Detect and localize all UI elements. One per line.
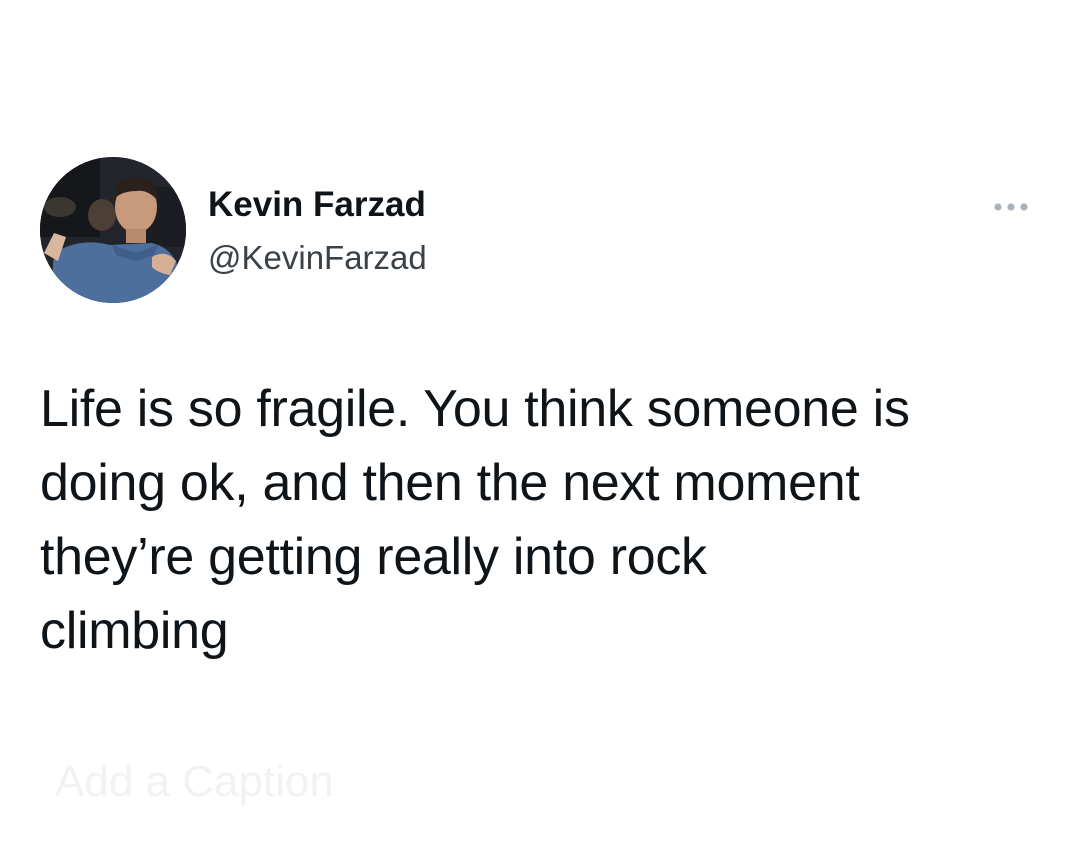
- avatar[interactable]: [40, 157, 186, 303]
- tweet-card: Kevin Farzad @KevinFarzad Life is so fra…: [0, 0, 1075, 855]
- tweet-text-line: doing ok, and then the next moment: [40, 454, 860, 512]
- tweet-text-line: climbing: [40, 602, 229, 660]
- faded-caption-watermark: Add a Caption: [55, 757, 334, 806]
- author-handle[interactable]: @KevinFarzad: [208, 236, 427, 280]
- more-options-button[interactable]: [983, 190, 1039, 224]
- tweet-text-line: they’re getting really into rock: [40, 528, 707, 586]
- avatar-photo: [40, 157, 186, 303]
- tweet-text-line: Life is so fragile. You think someone is: [40, 380, 910, 438]
- more-horizontal-icon: [994, 203, 1028, 211]
- author-display-name[interactable]: Kevin Farzad: [208, 183, 426, 227]
- tweet-text: Life is so fragile. You think someone is…: [40, 372, 1050, 668]
